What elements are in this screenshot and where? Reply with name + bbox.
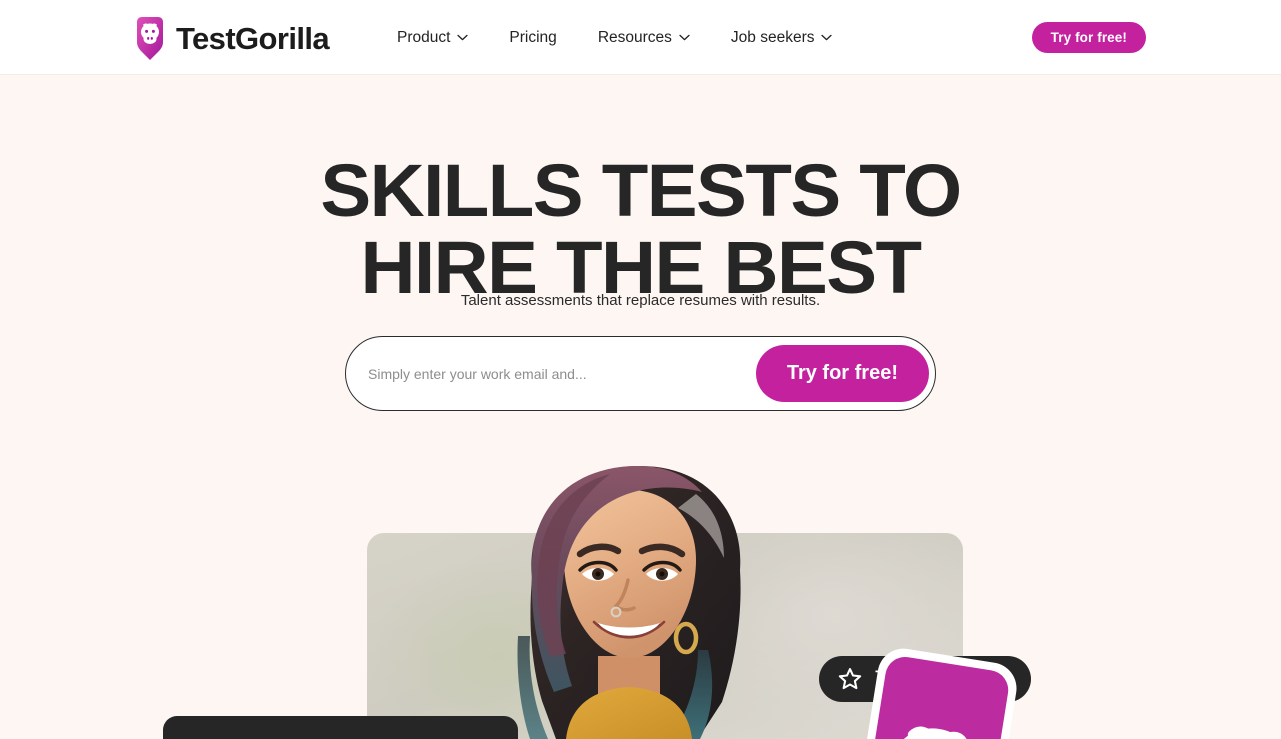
candidate-photo [470,450,800,739]
nav-label: Pricing [509,28,557,46]
star-outline-icon [837,666,863,692]
top-candidate-label: Top candidate [875,666,1010,691]
chevron-down-icon [821,34,833,41]
gorilla-shield-icon [133,15,167,61]
header-try-for-free-button[interactable]: Try for free! [1031,22,1146,53]
nav-label: Job seekers [730,28,815,46]
hero-section: Skills tests to Hire the best Talent ass… [0,75,1281,739]
chevron-down-icon [679,34,690,41]
brand-logo-link[interactable]: TestGorilla [133,14,330,62]
brand-name: TestGorilla [176,20,330,56]
headline-line-1: Skills tests to [320,149,962,232]
nav-item-product[interactable]: Product [397,21,469,55]
overall-percentile-card: Overall percentile 91 [163,716,518,739]
main-navigation: Product Pricing Resources Job seekers [397,0,833,75]
hero-subheadline: Talent assessments that replace resumes … [460,292,821,309]
email-signup-form: Try for free! [345,336,936,411]
candidate-photo-card [367,533,963,739]
nav-label: Product [397,28,451,46]
nav-item-pricing[interactable]: Pricing [509,21,556,55]
headline-line-2: Hire the best [360,226,922,310]
page-title: Skills tests to Hire the best [0,149,1281,310]
top-candidate-badge: Top candidate [819,656,1032,702]
work-email-input[interactable] [368,337,756,410]
nav-label: Resources [597,28,672,46]
hero-try-for-free-button[interactable]: Try for free! [755,345,929,402]
site-header: TestGorilla Product Pricing Resources Jo… [0,0,1281,75]
nav-item-job-seekers[interactable]: Job seekers [731,21,833,55]
nav-item-resources[interactable]: Resources [598,21,690,55]
chevron-down-icon [457,34,469,41]
